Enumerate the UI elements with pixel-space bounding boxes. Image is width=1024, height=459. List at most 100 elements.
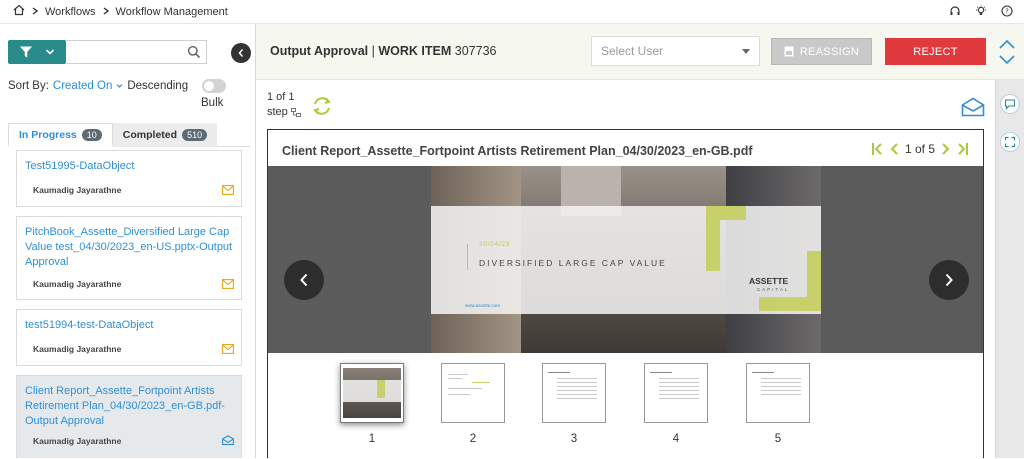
tab-label: Completed bbox=[122, 129, 178, 141]
slide-url: www.assette.com bbox=[465, 303, 501, 308]
last-page-icon[interactable] bbox=[957, 142, 969, 156]
next-page-icon[interactable] bbox=[941, 142, 951, 156]
collapse-panel-button[interactable] bbox=[231, 43, 251, 63]
breadcrumb-workflow-management[interactable]: Workflow Management bbox=[116, 6, 228, 18]
chevron-down-icon bbox=[45, 49, 55, 55]
step-list-icon[interactable] bbox=[290, 108, 301, 117]
reassign-icon bbox=[784, 46, 794, 57]
step-counter: 1 of 1 bbox=[267, 91, 295, 103]
tab-label: In Progress bbox=[19, 128, 77, 141]
breadcrumb: Workflows Workflow Management bbox=[0, 4, 228, 19]
breadcrumb-workflows[interactable]: Workflows bbox=[45, 6, 96, 18]
sort-field-dropdown[interactable]: Created On bbox=[53, 80, 112, 92]
bulk-label: Bulk bbox=[201, 97, 224, 109]
count-badge: 510 bbox=[182, 129, 208, 141]
list-item-selected[interactable]: Client Report_Assette_Fortpoint Artists … bbox=[16, 375, 242, 458]
tab-in-progress[interactable]: In Progress 10 bbox=[8, 123, 113, 147]
slide-logo: ASSETTE bbox=[749, 276, 789, 286]
lightbulb-icon[interactable] bbox=[974, 4, 988, 18]
reject-label: REJECT bbox=[913, 45, 958, 58]
work-item-list: Test51995-DataObject Kaumadig Jayarathne… bbox=[8, 150, 251, 458]
first-page-icon[interactable] bbox=[871, 142, 883, 156]
chevron-left-icon bbox=[238, 49, 244, 57]
filter-button[interactable] bbox=[8, 40, 66, 64]
reassign-button[interactable]: REASSIGN bbox=[771, 38, 872, 65]
headset-icon[interactable] bbox=[948, 4, 962, 18]
open-envelope-icon[interactable] bbox=[961, 97, 985, 117]
item-title[interactable]: Test51995-DataObject bbox=[25, 159, 233, 174]
slide-headline: DIVERSIFIED LARGE CAP VALUE bbox=[479, 258, 667, 268]
page-navigator: 1 of 5 bbox=[871, 142, 969, 156]
thumbnail-page-5[interactable] bbox=[746, 363, 810, 423]
search-input[interactable] bbox=[66, 40, 207, 64]
slide-logo-subtitle: CAPITAL bbox=[757, 287, 790, 292]
mail-icon[interactable] bbox=[222, 279, 234, 289]
item-title[interactable]: test51994-test-DataObject bbox=[25, 318, 233, 333]
thumbnail-number: 1 bbox=[368, 433, 376, 445]
step-indicator: 1 of 1 step bbox=[267, 90, 301, 120]
chevron-up-icon[interactable] bbox=[997, 38, 1017, 52]
thumbnail-number: 2 bbox=[469, 433, 477, 445]
page-title: Output Approval | WORK ITEM 307736 bbox=[270, 44, 496, 58]
document-title: Client Report_Assette_Fortpoint Artists … bbox=[282, 144, 753, 158]
thumbnail-number: 3 bbox=[570, 433, 578, 445]
expand-button[interactable] bbox=[1000, 132, 1020, 152]
thumbnail-page-1[interactable] bbox=[340, 363, 404, 423]
work-item-sidebar: Sort By: Created On Descending Bulk In P… bbox=[0, 24, 256, 458]
chevron-right-icon bbox=[945, 273, 953, 287]
reassign-label: REASSIGN bbox=[799, 45, 860, 58]
item-navigation bbox=[997, 38, 1017, 68]
work-item-id: 307736 bbox=[454, 44, 497, 58]
mail-open-icon[interactable] bbox=[222, 435, 234, 445]
item-user: Kaumadig Jayarathne bbox=[33, 185, 122, 195]
expand-icon bbox=[1004, 136, 1016, 148]
refresh-icon[interactable] bbox=[311, 95, 333, 117]
item-user: Kaumadig Jayarathne bbox=[33, 436, 122, 446]
sort-label: Sort By: bbox=[8, 80, 49, 92]
help-icon[interactable]: ? bbox=[1000, 4, 1014, 18]
thumbnail-page-3[interactable] bbox=[542, 363, 606, 423]
chevron-down-icon[interactable] bbox=[997, 52, 1017, 66]
mail-icon[interactable] bbox=[222, 344, 234, 354]
workflow-step-title: Output Approval bbox=[270, 44, 369, 58]
svg-text:?: ? bbox=[1005, 8, 1009, 16]
sort-order[interactable]: Descending bbox=[127, 80, 188, 92]
document-viewer: Client Report_Assette_Fortpoint Artists … bbox=[267, 129, 984, 459]
accent-line bbox=[467, 244, 468, 270]
list-item[interactable]: PitchBook_Assette_Diversified Large Cap … bbox=[16, 216, 242, 300]
work-item-content: 1 of 1 step Client Report_Assette_Fortpo… bbox=[256, 80, 995, 459]
thumbnail-number: 5 bbox=[774, 433, 782, 445]
step-label: step bbox=[267, 106, 288, 118]
item-title[interactable]: Client Report_Assette_Fortpoint Artists … bbox=[25, 384, 233, 429]
corner-accent bbox=[706, 206, 720, 271]
slide-preview: 30/04/23 DIVERSIFIED LARGE CAP VALUE www… bbox=[431, 166, 821, 353]
list-item[interactable]: test51994-test-DataObject Kaumadig Jayar… bbox=[16, 309, 242, 366]
select-user-dropdown[interactable]: Select User bbox=[591, 36, 760, 66]
previous-page-icon[interactable] bbox=[889, 142, 899, 156]
caret-down-icon bbox=[742, 49, 750, 54]
work-item-label: WORK ITEM bbox=[378, 44, 452, 58]
slide-stage: 30/04/23 DIVERSIFIED LARGE CAP VALUE www… bbox=[268, 166, 983, 353]
list-item[interactable]: Test51995-DataObject Kaumadig Jayarathne bbox=[16, 150, 242, 207]
item-title[interactable]: PitchBook_Assette_Diversified Large Cap … bbox=[25, 225, 233, 270]
thumbnail-page-2[interactable] bbox=[441, 363, 505, 423]
search-icon[interactable] bbox=[187, 45, 201, 59]
slide-date: 30/04/23 bbox=[479, 242, 511, 248]
home-icon[interactable] bbox=[13, 4, 25, 19]
work-item-header: Output Approval | WORK ITEM 307736 Selec… bbox=[256, 24, 1024, 80]
top-bar: Workflows Workflow Management ? bbox=[0, 0, 1024, 24]
thumbnail-page-4[interactable] bbox=[644, 363, 708, 423]
comments-button[interactable] bbox=[1000, 94, 1020, 114]
previous-slide-button[interactable] bbox=[284, 260, 324, 300]
corner-accent bbox=[759, 297, 821, 311]
reject-button[interactable]: REJECT bbox=[885, 38, 986, 65]
sort-control: Sort By: Created On Descending bbox=[8, 80, 188, 92]
bulk-toggle[interactable] bbox=[202, 79, 226, 93]
tab-completed[interactable]: Completed 510 bbox=[112, 123, 218, 147]
chevron-down-icon[interactable] bbox=[116, 83, 123, 89]
thumbnail-number: 4 bbox=[672, 433, 680, 445]
mail-icon[interactable] bbox=[222, 185, 234, 195]
next-slide-button[interactable] bbox=[929, 260, 969, 300]
chevron-right-icon bbox=[102, 6, 110, 18]
right-tool-rail bbox=[995, 80, 1024, 458]
